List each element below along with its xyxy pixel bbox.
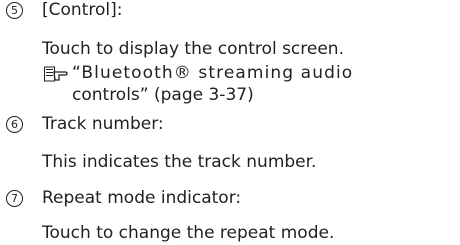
item-number-7: 7 <box>6 190 23 207</box>
item-description-control: Touch to display the control screen. <box>42 39 344 59</box>
item-description-track-number: This indicates the track number. <box>42 152 317 172</box>
item-term-control: [Control]: <box>42 0 123 20</box>
item-number-6: 6 <box>6 116 23 133</box>
reference-pointing-hand-icon <box>44 66 68 82</box>
item-description-repeat-mode-indicator: Touch to change the repeat mode. <box>42 223 335 243</box>
item-number-5: 5 <box>6 2 23 19</box>
reference-text-line-2: controls” (page 3-37) <box>72 85 254 105</box>
item-term-track-number: Track number: <box>42 114 164 134</box>
reference-text-line-1: “Bluetooth® streaming audio <box>72 63 354 83</box>
item-term-repeat-mode-indicator: Repeat mode indicator: <box>42 188 242 208</box>
